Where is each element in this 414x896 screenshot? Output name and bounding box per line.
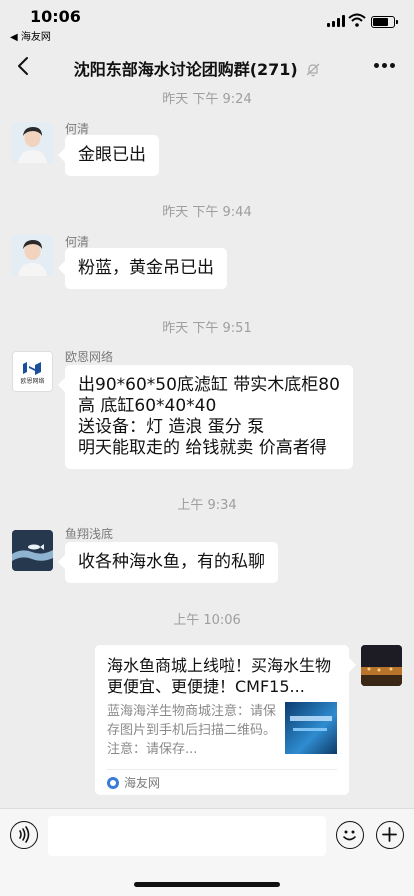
message-item: 何清 金眼已出: [0, 120, 414, 180]
status-bar: 10:06 ◀ 海友网: [0, 0, 414, 44]
timestamp: 昨天 下午 9:51: [162, 321, 252, 336]
input-bar: [0, 808, 414, 896]
link-card-title: 海水鱼商城上线啦！买海水生物更便宜、更便捷！CMF15...: [107, 656, 332, 696]
chat-title: 沈阳东部海水讨论团购群(271): [50, 56, 344, 80]
link-card-description: 蓝海海洋生物商城注意：请保存图片到手机后扫描二维码。注意：请保存...: [107, 704, 277, 757]
message-line: 出90*60*50底滤缸 带实木底柜80: [78, 375, 340, 395]
home-indicator: [134, 882, 280, 887]
message-item: 欧恩网络 欧恩网络 出90*60*50底滤缸 带实木底柜80 高 底缸60*40…: [0, 348, 414, 473]
avatar[interactable]: [12, 235, 53, 276]
source-app-icon: [107, 777, 119, 789]
message-bubble[interactable]: 出90*60*50底滤缸 带实木底柜80 高 底缸60*40*40 送设备：灯 …: [65, 365, 353, 469]
message-line: 明天能取走的 给钱就卖 价高者得: [78, 438, 327, 458]
wifi-icon: [348, 13, 366, 27]
message-line: 送设备：灯 造浪 蛋分 泵: [78, 417, 265, 437]
status-time: 10:06: [30, 7, 81, 26]
plus-icon[interactable]: [376, 821, 404, 849]
message-bubble[interactable]: 粉蓝，黄金吊已出: [65, 248, 227, 289]
back-to-app-link[interactable]: ◀ 海友网: [10, 28, 51, 43]
timestamp: 昨天 下午 9:44: [162, 205, 252, 220]
avatar[interactable]: 欧恩网络: [12, 351, 53, 392]
avatar[interactable]: [12, 530, 53, 571]
bell-off-icon: [306, 63, 320, 77]
message-input[interactable]: [48, 816, 326, 856]
person-avatar-icon: [12, 122, 53, 163]
timestamp: 上午 10:06: [173, 613, 241, 628]
ouen-logo-avatar-icon: 欧恩网络: [13, 352, 52, 391]
message-text: 收各种海水鱼，有的私聊: [78, 552, 265, 572]
fish-avatar-icon: [12, 530, 53, 571]
message-text: 金眼已出: [78, 145, 146, 165]
message-bubble[interactable]: 收各种海水鱼，有的私聊: [65, 542, 278, 583]
link-card-source-name: 海友网: [124, 776, 161, 790]
chevron-left-icon[interactable]: [12, 54, 36, 78]
message-item: 何清 粉蓝，黄金吊已出: [0, 233, 414, 293]
chat-message-list[interactable]: 昨天 下午 9:24 何清 金眼已出 昨天 下午 9:44 何清 粉蓝，黄金吊已…: [0, 88, 414, 808]
chat-title-text: 沈阳东部海水讨论团购群(271): [73, 60, 298, 79]
voice-icon[interactable]: [10, 821, 38, 849]
cellular-signal-icon: [327, 15, 345, 27]
sender-name: 欧恩网络: [65, 350, 114, 364]
sender-name: 鱼翔浅底: [65, 527, 114, 541]
night-scene-avatar-icon: [361, 645, 402, 686]
link-card-source: 海友网: [107, 774, 160, 791]
self-avatar[interactable]: [361, 645, 402, 686]
timestamp: 上午 9:34: [177, 498, 237, 513]
ouen-logo-text: 欧恩网络: [20, 377, 44, 385]
timestamp: 昨天 下午 9:24: [162, 92, 252, 107]
link-card-thumbnail: [285, 702, 337, 754]
message-bubble[interactable]: 金眼已出: [65, 135, 159, 176]
more-dots-icon[interactable]: [374, 63, 396, 69]
person-avatar-icon: [12, 235, 53, 276]
chat-header: 沈阳东部海水讨论团购群(271): [0, 44, 414, 88]
divider: [107, 769, 337, 770]
battery-icon: [371, 16, 398, 28]
message-line: 高 底缸60*40*40: [78, 396, 217, 416]
message-item: 鱼翔浅底 收各种海水鱼，有的私聊: [0, 525, 414, 585]
message-text: 粉蓝，黄金吊已出: [78, 258, 214, 278]
link-card[interactable]: 海水鱼商城上线啦！买海水生物更便宜、更便捷！CMF15... 蓝海海洋生物商城注…: [95, 645, 349, 795]
avatar[interactable]: [12, 122, 53, 163]
emoji-icon[interactable]: [336, 821, 364, 849]
